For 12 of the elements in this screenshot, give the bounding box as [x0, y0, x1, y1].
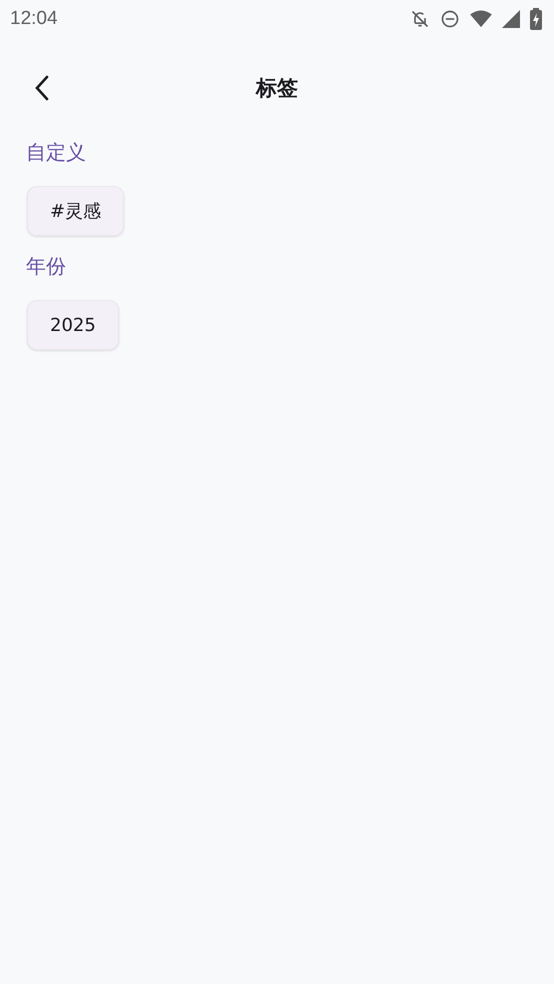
page-title: 标签: [256, 75, 298, 102]
battery-charging-icon: [530, 8, 542, 30]
signal-icon: [502, 10, 520, 28]
section-title: 年份: [26, 253, 66, 280]
back-icon[interactable]: [33, 75, 51, 101]
wifi-icon: [470, 10, 492, 28]
tag-chip[interactable]: #灵感: [27, 186, 124, 236]
bell-off-icon: [410, 9, 430, 29]
do-not-disturb-icon: [440, 9, 460, 29]
tag-chip[interactable]: 2025: [27, 300, 119, 350]
status-time: 12:04: [10, 8, 58, 30]
section-title: 自定义: [26, 139, 86, 166]
